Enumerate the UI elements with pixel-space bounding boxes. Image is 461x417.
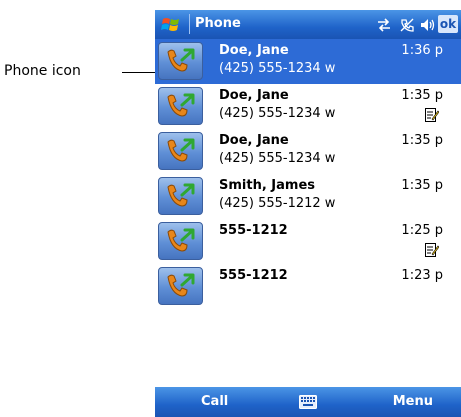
windows-flag-icon[interactable] bbox=[161, 15, 181, 34]
call-list-item[interactable]: 555-1212 1:25 p bbox=[155, 219, 461, 264]
caller-name: 555-1212 bbox=[219, 223, 288, 238]
call-list-item[interactable]: 555-1212 1:23 p bbox=[155, 264, 461, 309]
title-divider bbox=[189, 14, 190, 34]
ok-button[interactable]: ok bbox=[438, 15, 458, 33]
call-time: 1:35 p bbox=[401, 178, 443, 193]
call-list-item[interactable]: Doe, Jane (425) 555-1234 w 1:36 p bbox=[155, 39, 461, 84]
keyboard-icon[interactable] bbox=[299, 395, 317, 409]
caller-number: (425) 555-1234 w bbox=[219, 61, 336, 76]
call-time: 1:36 p bbox=[401, 43, 443, 58]
phone-icon[interactable] bbox=[158, 267, 203, 305]
call-time: 1:25 p bbox=[401, 223, 443, 238]
caller-name: Doe, Jane bbox=[219, 88, 289, 103]
call-time: 1:23 p bbox=[401, 268, 443, 283]
caller-number: (425) 555-1234 w bbox=[219, 106, 336, 121]
phone-icon[interactable] bbox=[158, 177, 203, 215]
menu-bar: Call Menu bbox=[155, 387, 461, 417]
call-list-item[interactable]: Doe, Jane (425) 555-1234 w 1:35 p bbox=[155, 129, 461, 174]
caller-name: Smith, James bbox=[219, 178, 316, 193]
call-time: 1:35 p bbox=[401, 88, 443, 103]
phone-icon[interactable] bbox=[158, 42, 203, 80]
device-screen: Phone ok Doe, Jane (425) 555-1234 w 1:36 p… bbox=[155, 10, 461, 417]
caller-name: Doe, Jane bbox=[219, 133, 289, 148]
volume-icon[interactable] bbox=[419, 17, 435, 33]
call-softkey[interactable]: Call bbox=[201, 394, 228, 409]
caller-number: (425) 555-1234 w bbox=[219, 151, 336, 166]
phone-icon[interactable] bbox=[158, 132, 203, 170]
phone-icon[interactable] bbox=[158, 87, 203, 125]
call-time: 1:35 p bbox=[401, 133, 443, 148]
call-list-item[interactable]: Doe, Jane (425) 555-1234 w 1:35 p bbox=[155, 84, 461, 129]
call-list-item[interactable]: Smith, James (425) 555-1212 w 1:35 p bbox=[155, 174, 461, 219]
phone-signal-icon[interactable] bbox=[399, 17, 415, 33]
call-history-list: Doe, Jane (425) 555-1234 w 1:36 p Doe, Jane… bbox=[155, 39, 461, 309]
connectivity-icon[interactable] bbox=[376, 17, 392, 33]
phone-icon-callout-label: Phone icon bbox=[4, 63, 81, 79]
note-icon[interactable] bbox=[425, 108, 439, 122]
callout-line bbox=[122, 72, 158, 73]
caller-name: 555-1212 bbox=[219, 268, 288, 283]
page-title: Phone bbox=[195, 16, 241, 31]
title-bar: Phone ok bbox=[155, 10, 461, 39]
menu-softkey[interactable]: Menu bbox=[393, 394, 433, 409]
caller-name: Doe, Jane bbox=[219, 43, 289, 58]
caller-number: (425) 555-1212 w bbox=[219, 196, 336, 211]
phone-icon[interactable] bbox=[158, 222, 203, 260]
note-icon[interactable] bbox=[425, 243, 439, 257]
